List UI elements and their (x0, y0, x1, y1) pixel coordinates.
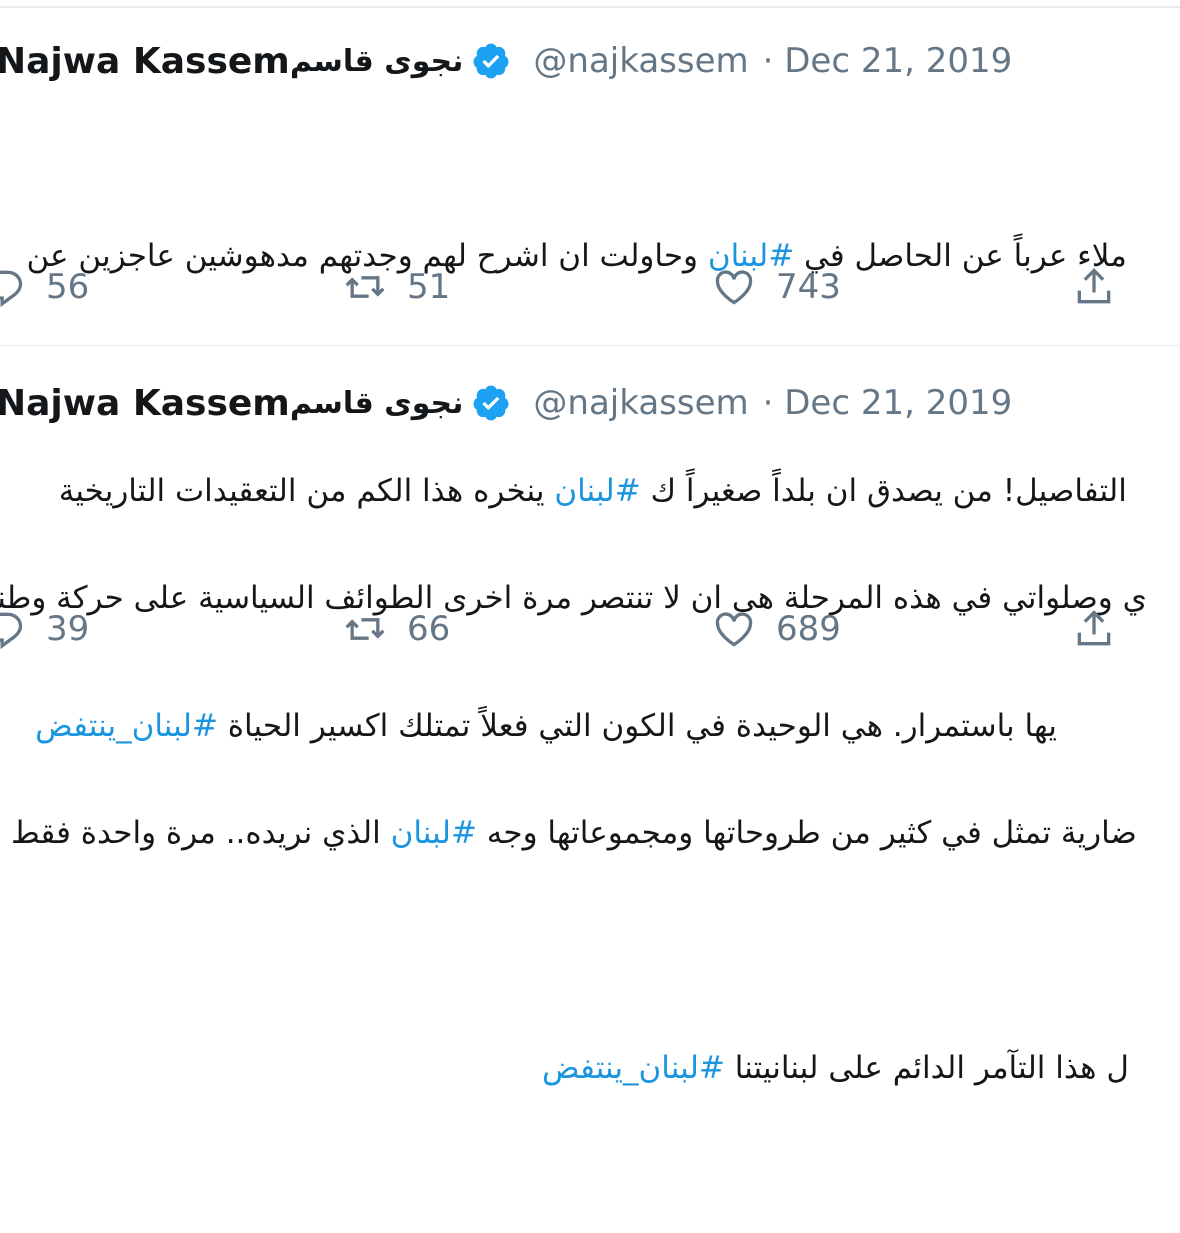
tweet-1[interactable]: Najwa Kassem نجوى قاسم @najkassem · Dec … (0, 0, 1180, 744)
share-icon (1077, 610, 1111, 646)
reply-icon (0, 270, 23, 308)
share-button[interactable] (1072, 265, 1116, 309)
hashtag-link[interactable]: #لبنان (391, 815, 477, 851)
tweet-actions: 56 51 743 (0, 265, 1180, 325)
author-name-arabic[interactable]: نجوى قاسم (290, 44, 464, 79)
reply-button[interactable]: 39 (0, 607, 89, 651)
hashtag-link[interactable]: #لبنان_ينتفض (542, 1050, 725, 1086)
share-button[interactable] (1072, 607, 1116, 651)
like-button[interactable]: 689 (712, 607, 841, 651)
tweet-2[interactable]: Najwa Kassem نجوى قاسم @najkassem · Dec … (0, 342, 1180, 1086)
like-count: 689 (776, 609, 841, 649)
tweet-date[interactable]: · Dec 21, 2019 (763, 41, 1013, 81)
retweet-button[interactable]: 66 (343, 607, 450, 651)
tweet-header: Najwa Kassem نجوى قاسم @najkassem · Dec … (0, 380, 1012, 426)
tweet-actions: 39 66 689 (0, 607, 1180, 667)
verified-badge-icon (471, 41, 511, 81)
like-button[interactable]: 743 (712, 265, 841, 309)
retweet-icon (345, 276, 385, 298)
author-name[interactable]: Najwa Kassem (0, 41, 290, 82)
reply-count: 56 (46, 267, 90, 307)
reply-count: 39 (46, 609, 90, 649)
heart-icon (715, 270, 753, 305)
tweet-date[interactable]: · Dec 21, 2019 (763, 383, 1013, 423)
share-icon (1077, 268, 1111, 304)
tweet-text: ي وصلواتي في هذه المرحلة هي ان لا تنتصر … (0, 434, 1180, 1233)
tweet-handle[interactable]: @najkassem (533, 41, 748, 81)
heart-icon (715, 612, 753, 647)
reply-icon (0, 612, 23, 650)
reply-button[interactable]: 56 (0, 265, 89, 309)
author-name-arabic[interactable]: نجوى قاسم (290, 386, 464, 421)
tweet-text-line: ل هذا التآمر الدائم على لبنانيتنا #لبنان… (542, 1050, 1129, 1086)
tweet-handle[interactable]: @najkassem (533, 383, 748, 423)
retweet-count: 66 (407, 609, 451, 649)
author-name[interactable]: Najwa Kassem (0, 383, 290, 424)
retweet-button[interactable]: 51 (343, 265, 450, 309)
tweet-text-line: ضارية تمثل في كثير من طروحاتها ومجموعاته… (11, 815, 1137, 851)
retweet-count: 51 (407, 267, 451, 307)
like-count: 743 (776, 267, 841, 307)
verified-badge-icon (471, 383, 511, 423)
retweet-icon (345, 618, 385, 640)
tweet-header: Najwa Kassem نجوى قاسم @najkassem · Dec … (0, 38, 1012, 84)
